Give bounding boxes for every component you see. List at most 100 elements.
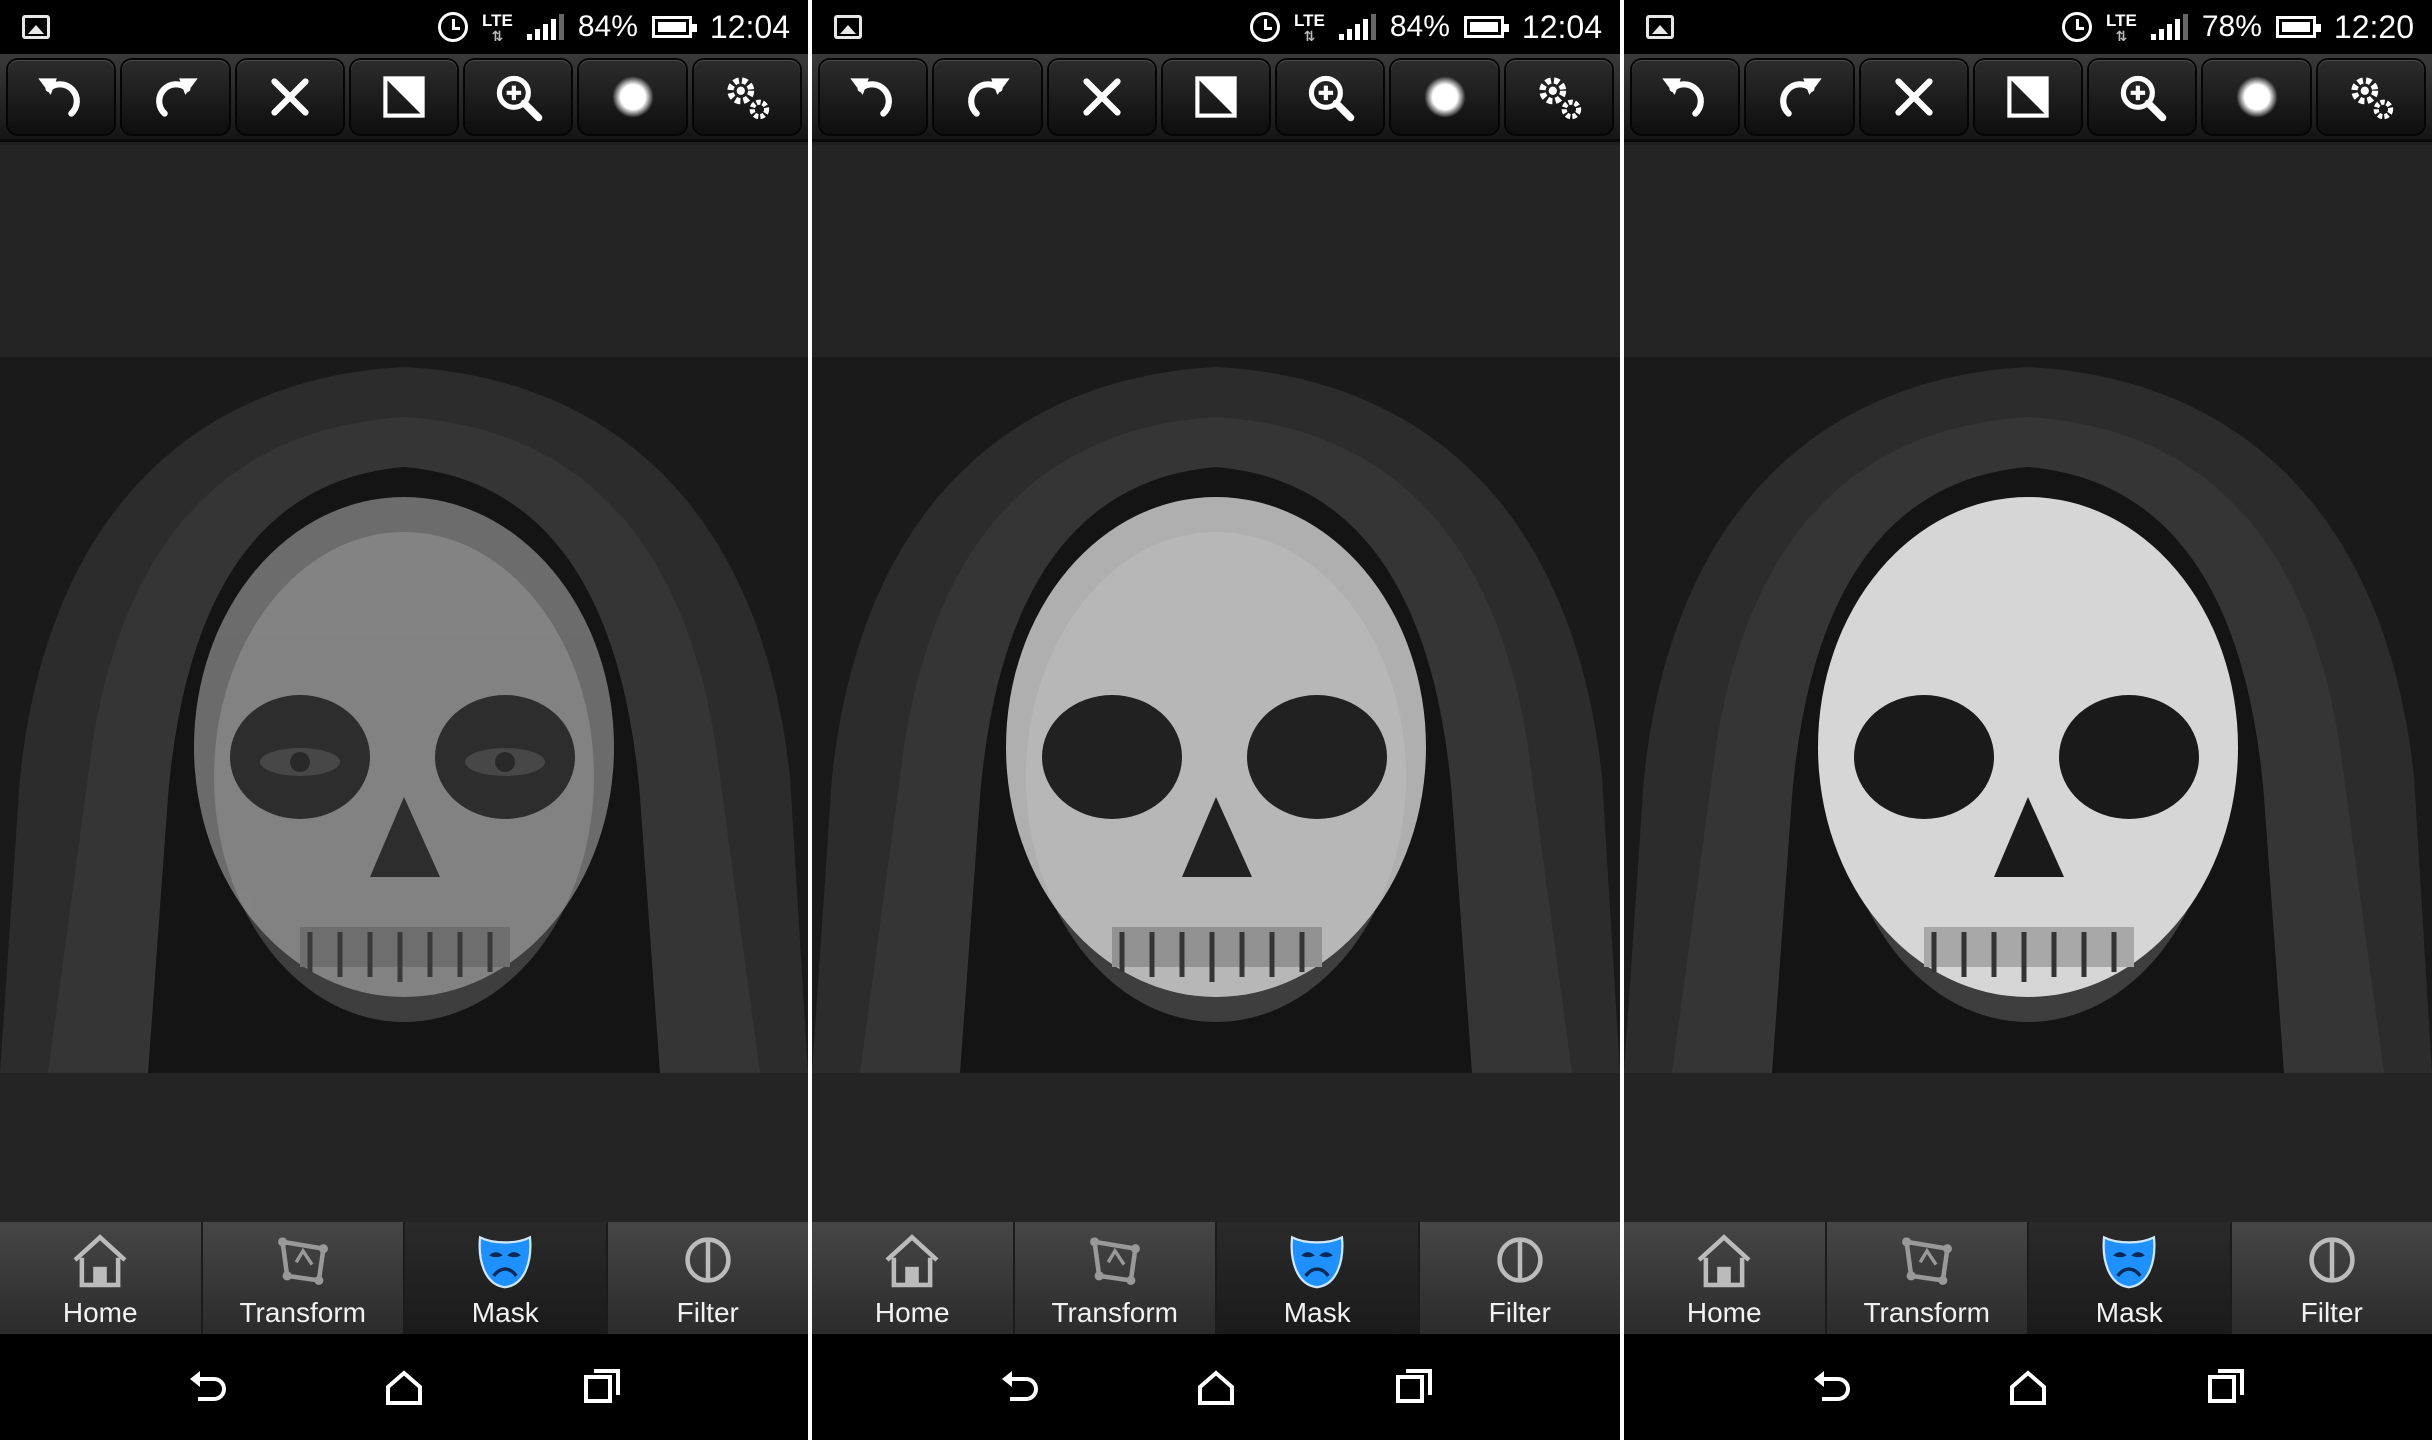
recents-icon — [584, 1369, 620, 1403]
redo-button[interactable] — [1746, 60, 1853, 134]
recents-button[interactable] — [1390, 1363, 1438, 1411]
settings-button[interactable] — [693, 60, 800, 134]
signal-icon — [2150, 14, 2188, 40]
clock: 12:04 — [709, 8, 790, 45]
brush-size-button[interactable] — [579, 60, 686, 134]
home-nav-button[interactable] — [1192, 1363, 1240, 1411]
home-nav-button[interactable] — [380, 1363, 428, 1411]
tab-filter[interactable]: Filter — [1419, 1222, 1620, 1334]
clock: 12:20 — [2333, 8, 2414, 45]
tab-filter[interactable]: Filter — [2231, 1222, 2432, 1334]
brush-size-button[interactable] — [2203, 60, 2310, 134]
back-button[interactable] — [182, 1363, 230, 1411]
bottom-tab-bar: Home Transform Mask Filter — [1624, 1222, 2432, 1334]
zoom-icon — [2121, 75, 2167, 122]
tab-transform[interactable]: Transform — [1826, 1222, 2029, 1334]
skull-overlay — [194, 497, 614, 997]
home-nav-icon — [386, 1370, 422, 1405]
redo-icon — [156, 78, 199, 117]
back-icon — [1002, 1371, 1038, 1401]
skull-overlay — [1006, 497, 1426, 997]
recents-button[interactable] — [578, 1363, 626, 1411]
battery-icon — [651, 16, 697, 38]
status-bar: LTE ⇅ 84% 12:04 — [0, 0, 808, 54]
redo-button[interactable] — [934, 60, 1041, 134]
invert-mask-button[interactable] — [350, 60, 458, 134]
filter-icon — [685, 1237, 731, 1283]
home-nav-icon — [2010, 1370, 2046, 1405]
zoom-icon — [497, 75, 543, 122]
redo-button[interactable] — [122, 60, 229, 134]
lte-indicator: LTE ⇅ — [2106, 11, 2137, 44]
clear-button[interactable] — [1860, 60, 1967, 134]
settings-button[interactable] — [1505, 60, 1612, 134]
filter-icon — [1497, 1237, 1543, 1283]
battery-percent: 84% — [577, 10, 638, 43]
tab-transform[interactable]: Transform — [202, 1222, 405, 1334]
invert-icon — [383, 76, 425, 118]
phone-screen: LTE ⇅ 78% 12:20 Home Transform Mask Filt… — [1624, 0, 2432, 1440]
close-icon — [271, 78, 309, 116]
tab-filter[interactable]: Filter — [607, 1222, 808, 1334]
mask-icon — [2102, 1235, 2156, 1289]
status-bar: LTE ⇅ 84% 12:04 — [812, 0, 1620, 54]
back-icon — [1814, 1371, 1850, 1401]
tab-home[interactable]: Home — [1624, 1222, 1827, 1334]
photo-canvas[interactable] — [0, 145, 808, 1222]
edit-toolbar — [0, 54, 808, 142]
undo-button[interactable] — [820, 60, 927, 134]
zoom-button[interactable] — [465, 60, 572, 134]
alarm-icon — [1250, 12, 1281, 42]
screenshot-collage: LTE ⇅ 84% 12:04 Home Transform Mask Filt… — [0, 0, 2432, 1440]
transform-icon — [277, 1237, 328, 1285]
undo-icon — [850, 78, 893, 117]
home-nav-button[interactable] — [2004, 1363, 2052, 1411]
tab-mask[interactable]: Mask — [1217, 1222, 1420, 1334]
lte-indicator: LTE ⇅ — [482, 11, 513, 44]
brush-icon — [2235, 76, 2278, 118]
undo-button[interactable] — [8, 60, 115, 134]
clock: 12:04 — [1521, 8, 1602, 45]
signal-icon — [526, 14, 564, 40]
alarm-icon — [2062, 12, 2093, 42]
close-icon — [1895, 78, 1933, 116]
skull-overlay — [1818, 497, 2238, 997]
invert-mask-button[interactable] — [1162, 60, 1270, 134]
redo-icon — [968, 78, 1011, 117]
battery-icon — [1463, 16, 1509, 38]
home-nav-icon — [1198, 1370, 1234, 1405]
recents-button[interactable] — [2202, 1363, 2250, 1411]
recents-icon — [2208, 1369, 2244, 1403]
status-bar: LTE ⇅ 78% 12:20 — [1624, 0, 2432, 54]
zoom-button[interactable] — [1277, 60, 1384, 134]
back-button[interactable] — [1806, 1363, 1854, 1411]
photo-canvas[interactable] — [1624, 145, 2432, 1222]
lte-indicator: LTE ⇅ — [1294, 11, 1325, 44]
settings-icon — [1539, 77, 1582, 120]
tab-home[interactable]: Home — [812, 1222, 1015, 1334]
undo-icon — [38, 78, 81, 117]
tab-mask[interactable]: Mask — [405, 1222, 608, 1334]
invert-icon — [2007, 76, 2049, 118]
settings-button[interactable] — [2317, 60, 2424, 134]
back-icon — [190, 1371, 226, 1401]
zoom-button[interactable] — [2089, 60, 2196, 134]
clear-button[interactable] — [1048, 60, 1155, 134]
home-icon — [73, 1234, 127, 1288]
clear-button[interactable] — [236, 60, 343, 134]
photo-canvas[interactable] — [812, 145, 1620, 1222]
phone-screen: LTE ⇅ 84% 12:04 Home Transform Mask Filt… — [0, 0, 808, 1440]
gallery-notification-icon — [22, 15, 50, 39]
undo-button[interactable] — [1632, 60, 1739, 134]
invert-mask-button[interactable] — [1974, 60, 2082, 134]
invert-icon — [1195, 76, 1237, 118]
transform-icon — [1089, 1237, 1140, 1285]
back-button[interactable] — [994, 1363, 1042, 1411]
recents-icon — [1396, 1369, 1432, 1403]
tab-home[interactable]: Home — [0, 1222, 203, 1334]
tab-transform[interactable]: Transform — [1014, 1222, 1217, 1334]
photo — [1624, 357, 2432, 1073]
tab-mask[interactable]: Mask — [2029, 1222, 2232, 1334]
brush-size-button[interactable] — [1391, 60, 1498, 134]
home-icon — [1697, 1234, 1751, 1288]
